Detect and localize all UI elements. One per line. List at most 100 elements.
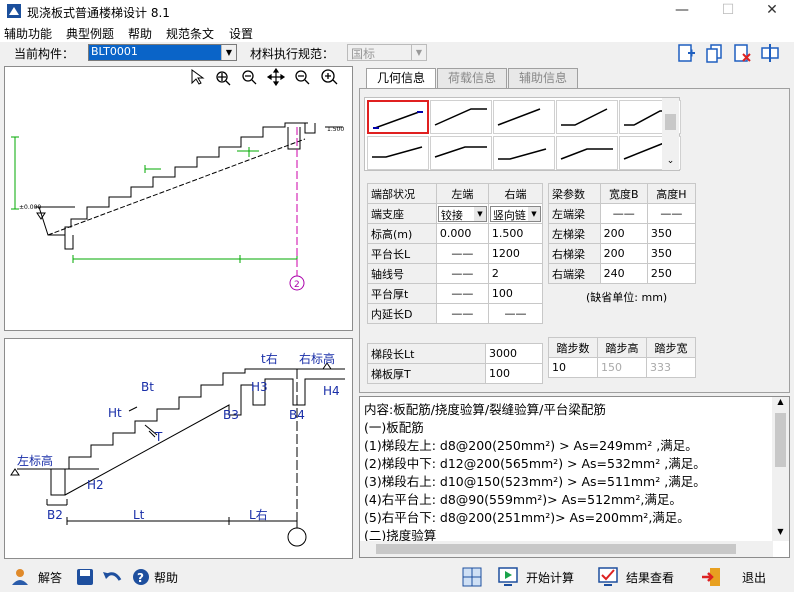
zoom-realtime-icon[interactable] <box>295 70 310 85</box>
table-cell[interactable]: —— <box>599 203 648 224</box>
results-textarea[interactable]: 内容:板配筋/挠度验算/裂缝验算/平台梁配筋 (一)板配筋 (1)梯段左上: d… <box>359 396 790 558</box>
slab-thickness-field[interactable]: 100 <box>485 363 543 384</box>
chevron-up-icon[interactable]: ▲ <box>772 397 789 406</box>
row-label: 左端梁 <box>548 203 601 224</box>
stair-schematic: 左标高 右标高 t右 Bt Ht T H2 H3 H4 B2 B3 B4 Lt … <box>10 351 345 547</box>
svg-text:B3: B3 <box>223 408 239 422</box>
zoom-window-icon[interactable] <box>216 71 231 86</box>
svg-text:左标高: 左标高 <box>17 453 53 468</box>
right-support-select[interactable]: 竖向链 ▼ <box>487 203 544 224</box>
stair-type-7[interactable] <box>430 136 492 170</box>
save-icon[interactable] <box>76 568 94 586</box>
ends-table: 端部状况 左端 右端 端支座 铰接 ▼ 竖向链 ▼ 标高(m) 0.000 1.500 平台… <box>367 183 544 324</box>
stair-type-8[interactable] <box>493 136 555 170</box>
chevron-down-icon[interactable]: ⌄ <box>662 156 679 166</box>
table-cell[interactable]: —— <box>435 303 489 324</box>
svg-text:T: T <box>154 430 163 444</box>
results-scrollbar[interactable]: ▲ ▼ <box>772 397 789 541</box>
table-cell[interactable]: —— <box>487 303 544 324</box>
stair-type-4[interactable] <box>556 100 618 134</box>
help-icon[interactable]: ? <box>132 568 150 586</box>
component-label: 当前构件： <box>14 47 75 61</box>
geometry-panel: ⌄ 端部状况 左端 右端 端支座 铰接 ▼ 竖向链 ▼ 标高(m) 0.000 1.500 … <box>359 88 790 393</box>
view-results-icon[interactable] <box>598 567 618 587</box>
exit-icon[interactable] <box>700 567 722 587</box>
table-cell[interactable]: 0.000 <box>435 223 489 244</box>
user-answer-icon[interactable] <box>10 567 30 587</box>
step-count-field[interactable]: 10 <box>548 357 598 378</box>
row-label: 内延长D <box>367 303 437 324</box>
table-cell[interactable]: 200 <box>599 223 648 244</box>
table-cell[interactable]: 350 <box>646 243 697 264</box>
maximize-button[interactable]: ☐ <box>706 0 750 22</box>
results-hscrollbar[interactable] <box>360 541 773 557</box>
pan-icon[interactable] <box>266 68 286 86</box>
row-label: 平台厚t <box>367 283 437 304</box>
table-header: 端部状况 <box>367 183 437 204</box>
stair-type-6[interactable] <box>367 136 429 170</box>
delete-icon[interactable] <box>732 43 752 63</box>
svg-text:B4: B4 <box>289 408 305 422</box>
stair-type-9[interactable] <box>556 136 618 170</box>
app-logo-icon <box>7 4 21 18</box>
schematic-panel: 左标高 右标高 t右 Bt Ht T H2 H3 H4 B2 B3 B4 Lt … <box>4 338 353 559</box>
menu-examples[interactable]: 典型例题 <box>66 25 114 42</box>
svg-text:H3: H3 <box>251 380 268 394</box>
menu-help[interactable]: 帮助 <box>128 25 152 42</box>
left-support-select[interactable]: 铰接 ▼ <box>435 203 489 224</box>
svg-text:t右: t右 <box>261 351 278 366</box>
view-results-button[interactable]: 结果查看 <box>626 569 674 586</box>
row-label: 轴线号 <box>367 263 437 284</box>
tab-load[interactable]: 荷载信息 <box>437 68 507 88</box>
answer-button[interactable]: 解答 <box>38 569 62 586</box>
row-label: 标高(m) <box>367 223 437 244</box>
table-cell[interactable]: 250 <box>646 263 697 284</box>
tab-geometry[interactable]: 几何信息 <box>366 68 436 89</box>
zoom-all-icon[interactable] <box>321 69 338 85</box>
close-button[interactable]: ✕ <box>750 0 794 22</box>
exit-button[interactable]: 退出 <box>742 569 766 586</box>
table-cell[interactable]: 100 <box>487 283 544 304</box>
copy-icon[interactable] <box>704 43 724 63</box>
table-cell[interactable]: 1200 <box>487 243 544 264</box>
stair-type-2[interactable] <box>430 100 492 134</box>
stair-type-1[interactable] <box>367 100 429 134</box>
flight-length-field[interactable]: 3000 <box>485 343 543 364</box>
pointer-icon[interactable] <box>191 69 205 85</box>
svg-text:?: ? <box>137 571 144 585</box>
undo-icon[interactable] <box>102 568 122 586</box>
menu-codes[interactable]: 规范条文 <box>166 25 214 42</box>
tab-aux[interactable]: 辅助信息 <box>508 68 578 88</box>
table-cell[interactable]: —— <box>435 243 489 264</box>
stair-type-3[interactable] <box>493 100 555 134</box>
new-file-icon[interactable] <box>676 43 696 63</box>
table-cell[interactable]: 240 <box>599 263 648 284</box>
calculate-icon[interactable] <box>498 567 518 587</box>
table-cell[interactable]: —— <box>646 203 697 224</box>
result-line: (4)右平台上: d8@90(559mm²)> As=512mm²,满足。 <box>364 492 682 507</box>
menu-settings[interactable]: 设置 <box>229 25 253 42</box>
table-cell[interactable]: —— <box>435 263 489 284</box>
table-cell[interactable]: 2 <box>487 263 544 284</box>
help-button[interactable]: 帮助 <box>154 569 178 586</box>
calculate-button[interactable]: 开始计算 <box>526 569 574 586</box>
menu-aux[interactable]: 辅助功能 <box>4 25 52 42</box>
table-cell[interactable]: 200 <box>599 243 648 264</box>
gallery-scrollbar[interactable]: ⌄ <box>662 98 679 170</box>
table-cell[interactable]: —— <box>435 283 489 304</box>
minimize-button[interactable]: — <box>660 0 704 22</box>
code-select[interactable]: 国标 ▼ <box>347 44 427 61</box>
table-cell[interactable]: 1.500 <box>487 223 544 244</box>
zoom-out-icon[interactable] <box>242 70 257 85</box>
table-header: 宽度B <box>599 183 648 204</box>
component-select[interactable]: BLT0001 ▼ <box>88 44 237 61</box>
chevron-down-icon[interactable]: ▼ <box>772 527 789 536</box>
chevron-down-icon: ▼ <box>411 45 426 60</box>
svg-text:2: 2 <box>294 280 300 290</box>
settings-grid-icon[interactable] <box>462 567 482 587</box>
table-cell[interactable]: 350 <box>646 223 697 244</box>
flight-table: 梯段长Lt 3000 梯板厚T 100 <box>367 343 543 384</box>
chevron-down-icon: ▼ <box>473 206 486 221</box>
export-icon[interactable] <box>760 43 780 63</box>
result-line: (一)板配筋 <box>364 420 424 435</box>
